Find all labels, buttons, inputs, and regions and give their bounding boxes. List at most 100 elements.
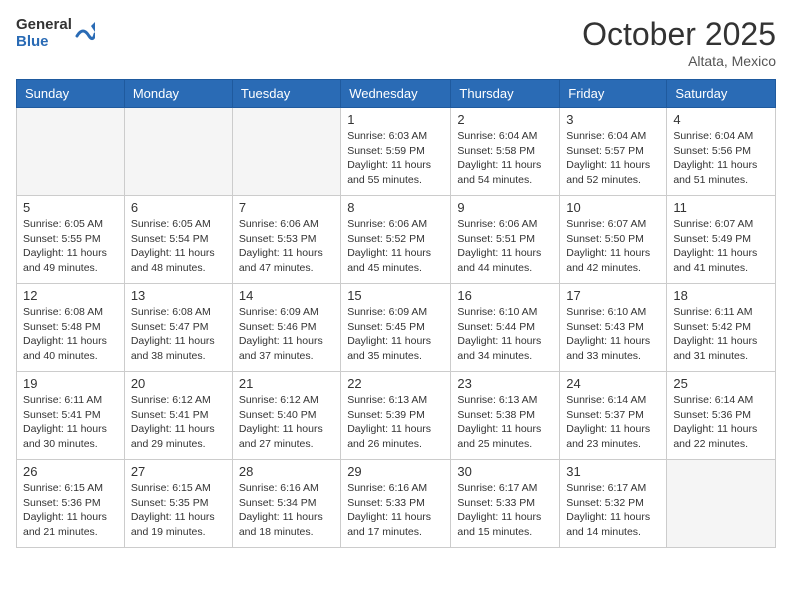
day-number: 21: [239, 376, 334, 391]
calendar-cell: 2 Sunrise: 6:04 AM Sunset: 5:58 PM Daylig…: [451, 108, 560, 196]
day-info: Sunrise: 6:12 AM Sunset: 5:41 PM Dayligh…: [131, 393, 226, 452]
day-info: Sunrise: 6:14 AM Sunset: 5:37 PM Dayligh…: [566, 393, 660, 452]
day-number: 24: [566, 376, 660, 391]
day-number: 4: [673, 112, 769, 127]
col-wednesday: Wednesday: [341, 80, 451, 108]
location: Altata, Mexico: [582, 53, 776, 69]
day-number: 10: [566, 200, 660, 215]
calendar-cell: 22 Sunrise: 6:13 AM Sunset: 5:39 PM Dayli…: [341, 372, 451, 460]
logo-blue-text: Blue: [16, 34, 72, 51]
logo: General Blue: [16, 16, 95, 51]
logo-wave-icon: [75, 16, 95, 51]
calendar-header-row: Sunday Monday Tuesday Wednesday Thursday…: [17, 80, 776, 108]
day-info: Sunrise: 6:07 AM Sunset: 5:49 PM Dayligh…: [673, 217, 769, 276]
calendar-cell: 20 Sunrise: 6:12 AM Sunset: 5:41 PM Dayli…: [124, 372, 232, 460]
col-thursday: Thursday: [451, 80, 560, 108]
day-number: 22: [347, 376, 444, 391]
logo-general-text: General: [16, 17, 72, 34]
day-info: Sunrise: 6:08 AM Sunset: 5:47 PM Dayligh…: [131, 305, 226, 364]
month-title: October 2025: [582, 16, 776, 53]
col-friday: Friday: [560, 80, 667, 108]
calendar-cell: 21 Sunrise: 6:12 AM Sunset: 5:40 PM Dayli…: [232, 372, 340, 460]
calendar-cell: 10 Sunrise: 6:07 AM Sunset: 5:50 PM Dayli…: [560, 196, 667, 284]
calendar-cell: 30 Sunrise: 6:17 AM Sunset: 5:33 PM Dayli…: [451, 460, 560, 548]
week-row-4: 26Sunrise: 6:15 AM Sunset: 5:36 PM Dayli…: [17, 460, 776, 548]
day-number: 14: [239, 288, 334, 303]
week-row-0: 1Sunrise: 6:03 AM Sunset: 5:59 PM Daylig…: [17, 108, 776, 196]
day-info: Sunrise: 6:13 AM Sunset: 5:39 PM Dayligh…: [347, 393, 444, 452]
calendar-cell: 19 Sunrise: 6:11 AM Sunset: 5:41 PM Dayli…: [17, 372, 125, 460]
day-number: 31: [566, 464, 660, 479]
day-info: Sunrise: 6:05 AM Sunset: 5:54 PM Dayligh…: [131, 217, 226, 276]
day-number: 27: [131, 464, 226, 479]
calendar-cell: 6 Sunrise: 6:05 AM Sunset: 5:54 PM Daylig…: [124, 196, 232, 284]
day-info: Sunrise: 6:05 AM Sunset: 5:55 PM Dayligh…: [23, 217, 118, 276]
day-info: Sunrise: 6:12 AM Sunset: 5:40 PM Dayligh…: [239, 393, 334, 452]
calendar-cell: [667, 460, 776, 548]
calendar-cell: 4 Sunrise: 6:04 AM Sunset: 5:56 PM Daylig…: [667, 108, 776, 196]
calendar-cell: 15 Sunrise: 6:09 AM Sunset: 5:45 PM Dayli…: [341, 284, 451, 372]
calendar-cell: 16Sunrise: 6:10 AM Sunset: 5:44 PM Dayli…: [451, 284, 560, 372]
calendar-cell: 13Sunrise: 6:08 AM Sunset: 5:47 PM Dayli…: [124, 284, 232, 372]
day-info: Sunrise: 6:17 AM Sunset: 5:33 PM Dayligh…: [457, 481, 553, 540]
calendar-cell: 26Sunrise: 6:15 AM Sunset: 5:36 PM Dayli…: [17, 460, 125, 548]
day-info: Sunrise: 6:11 AM Sunset: 5:41 PM Dayligh…: [23, 393, 118, 452]
calendar-cell: 18Sunrise: 6:11 AM Sunset: 5:42 PM Dayli…: [667, 284, 776, 372]
day-number: 29: [347, 464, 444, 479]
day-number: 19: [23, 376, 118, 391]
col-tuesday: Tuesday: [232, 80, 340, 108]
page-header: General Blue October 2025 Altata, Mexico: [16, 16, 776, 69]
day-number: 30: [457, 464, 553, 479]
logo-wordmark: General Blue: [16, 16, 95, 51]
calendar-table: Sunday Monday Tuesday Wednesday Thursday…: [16, 79, 776, 548]
day-number: 17: [566, 288, 660, 303]
day-info: Sunrise: 6:04 AM Sunset: 5:58 PM Dayligh…: [457, 129, 553, 188]
calendar-cell: 28Sunrise: 6:16 AM Sunset: 5:34 PM Dayli…: [232, 460, 340, 548]
day-number: 2: [457, 112, 553, 127]
day-info: Sunrise: 6:14 AM Sunset: 5:36 PM Dayligh…: [673, 393, 769, 452]
day-info: Sunrise: 6:04 AM Sunset: 5:56 PM Dayligh…: [673, 129, 769, 188]
day-number: 6: [131, 200, 226, 215]
calendar-cell: 7Sunrise: 6:06 AM Sunset: 5:53 PM Daylig…: [232, 196, 340, 284]
col-monday: Monday: [124, 80, 232, 108]
week-row-3: 19 Sunrise: 6:11 AM Sunset: 5:41 PM Dayli…: [17, 372, 776, 460]
calendar-cell: [232, 108, 340, 196]
day-info: Sunrise: 6:07 AM Sunset: 5:50 PM Dayligh…: [566, 217, 660, 276]
day-number: 20: [131, 376, 226, 391]
day-number: 15: [347, 288, 444, 303]
logo-text-block: General Blue: [16, 17, 72, 50]
day-number: 3: [566, 112, 660, 127]
day-info: Sunrise: 6:11 AM Sunset: 5:42 PM Dayligh…: [673, 305, 769, 364]
calendar-cell: [17, 108, 125, 196]
day-number: 9: [457, 200, 553, 215]
calendar-cell: 9Sunrise: 6:06 AM Sunset: 5:51 PM Daylig…: [451, 196, 560, 284]
day-number: 25: [673, 376, 769, 391]
day-info: Sunrise: 6:15 AM Sunset: 5:35 PM Dayligh…: [131, 481, 226, 540]
day-info: Sunrise: 6:16 AM Sunset: 5:33 PM Dayligh…: [347, 481, 444, 540]
day-number: 8: [347, 200, 444, 215]
calendar-cell: 12Sunrise: 6:08 AM Sunset: 5:48 PM Dayli…: [17, 284, 125, 372]
day-number: 16: [457, 288, 553, 303]
day-info: Sunrise: 6:03 AM Sunset: 5:59 PM Dayligh…: [347, 129, 444, 188]
calendar-cell: 23Sunrise: 6:13 AM Sunset: 5:38 PM Dayli…: [451, 372, 560, 460]
col-saturday: Saturday: [667, 80, 776, 108]
day-number: 28: [239, 464, 334, 479]
day-number: 11: [673, 200, 769, 215]
calendar-cell: 3Sunrise: 6:04 AM Sunset: 5:57 PM Daylig…: [560, 108, 667, 196]
day-info: Sunrise: 6:13 AM Sunset: 5:38 PM Dayligh…: [457, 393, 553, 452]
week-row-1: 5 Sunrise: 6:05 AM Sunset: 5:55 PM Daylig…: [17, 196, 776, 284]
calendar-cell: 31Sunrise: 6:17 AM Sunset: 5:32 PM Dayli…: [560, 460, 667, 548]
calendar-cell: 1Sunrise: 6:03 AM Sunset: 5:59 PM Daylig…: [341, 108, 451, 196]
calendar-cell: 27 Sunrise: 6:15 AM Sunset: 5:35 PM Dayli…: [124, 460, 232, 548]
week-row-2: 12Sunrise: 6:08 AM Sunset: 5:48 PM Dayli…: [17, 284, 776, 372]
day-number: 5: [23, 200, 118, 215]
title-section: October 2025 Altata, Mexico: [582, 16, 776, 69]
day-info: Sunrise: 6:09 AM Sunset: 5:45 PM Dayligh…: [347, 305, 444, 364]
calendar-cell: 25 Sunrise: 6:14 AM Sunset: 5:36 PM Dayli…: [667, 372, 776, 460]
calendar-cell: 17Sunrise: 6:10 AM Sunset: 5:43 PM Dayli…: [560, 284, 667, 372]
day-number: 7: [239, 200, 334, 215]
calendar-cell: 11 Sunrise: 6:07 AM Sunset: 5:49 PM Dayli…: [667, 196, 776, 284]
day-info: Sunrise: 6:09 AM Sunset: 5:46 PM Dayligh…: [239, 305, 334, 364]
day-info: Sunrise: 6:08 AM Sunset: 5:48 PM Dayligh…: [23, 305, 118, 364]
calendar-cell: [124, 108, 232, 196]
